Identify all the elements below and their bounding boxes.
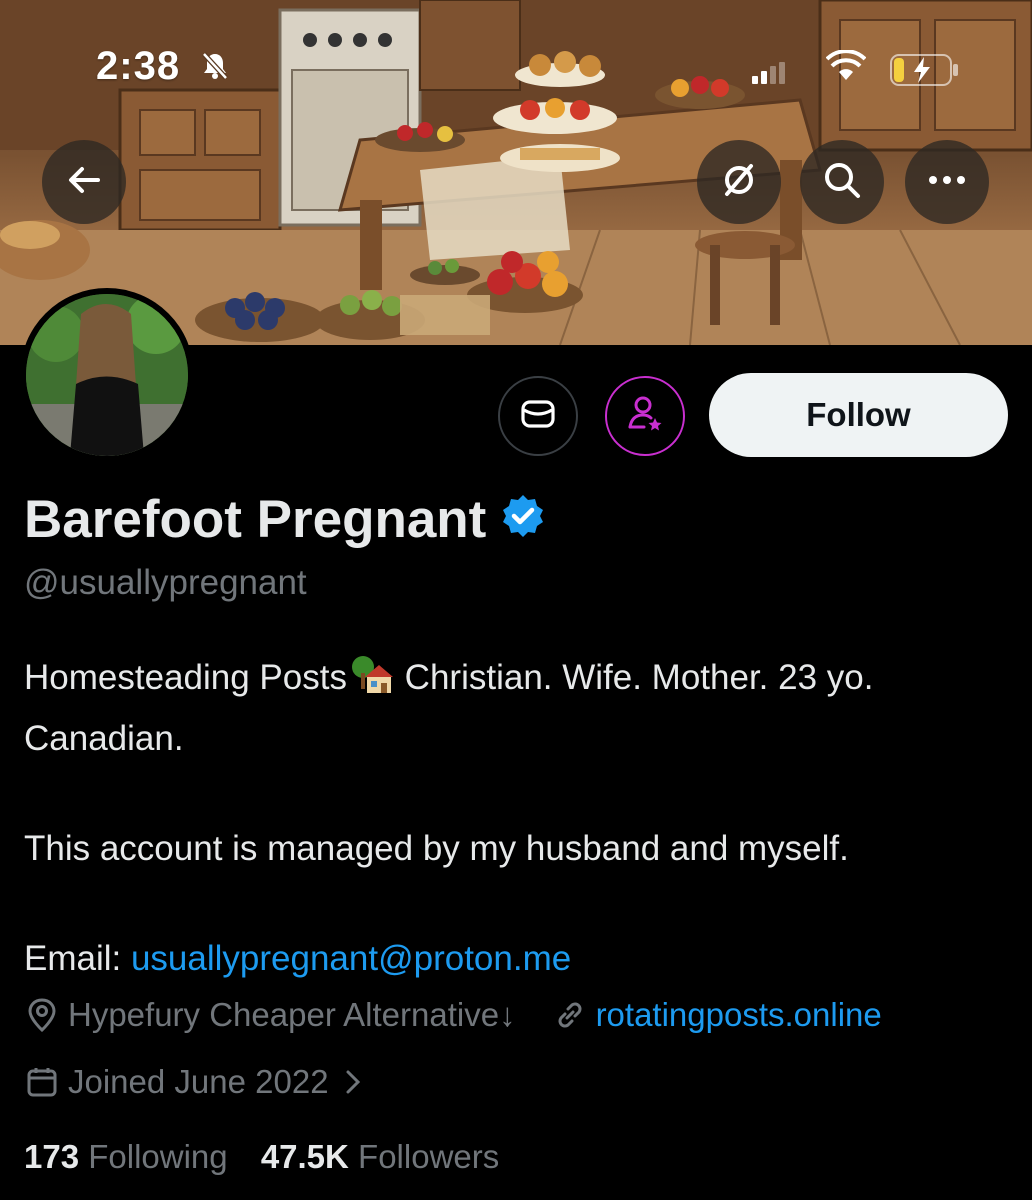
bio-text: Homesteading Posts xyxy=(24,658,347,697)
bio-text: Christian. Wife. Mother. 23 yo. xyxy=(394,658,874,697)
chevron-right-icon xyxy=(343,1068,363,1096)
follow-stats: 173 Following 47.5K Followers xyxy=(24,1138,499,1176)
bio: Homesteading Posts Christian. Wife. Moth… xyxy=(24,650,1014,986)
bio-line-2: Canadian. xyxy=(24,719,184,758)
more-dots-icon xyxy=(927,173,967,191)
joined-text: Joined June 2022 xyxy=(68,1063,329,1100)
arrow-left-icon xyxy=(64,160,104,205)
followers-label: Followers xyxy=(358,1138,500,1175)
message-button[interactable] xyxy=(498,376,578,456)
avatar-photo xyxy=(26,294,188,456)
more-button[interactable] xyxy=(905,140,989,224)
envelope-icon xyxy=(518,394,558,439)
profile-meta-row: Hypefury Cheaper Alternative↓ rotatingpo… xyxy=(24,996,882,1034)
followers-link[interactable]: 47.5K Followers xyxy=(261,1138,499,1175)
search-button[interactable] xyxy=(800,140,884,224)
avatar[interactable] xyxy=(20,288,194,462)
person-star-icon xyxy=(624,393,666,440)
calendar-icon xyxy=(24,1064,60,1100)
location-text: Hypefury Cheaper Alternative↓ xyxy=(68,996,516,1033)
house-tree-emoji-icon xyxy=(349,655,393,711)
location-pin-icon xyxy=(24,997,60,1033)
search-icon xyxy=(821,159,863,206)
email-link[interactable]: usuallypregnant@proton.me xyxy=(131,939,571,978)
bio-line-3: This account is managed by my husband an… xyxy=(24,829,849,868)
email-label: Email: xyxy=(24,939,131,978)
handle: @usuallypregnant xyxy=(24,563,307,602)
display-name-row: Barefoot Pregnant xyxy=(24,487,546,552)
following-label: Following xyxy=(88,1138,228,1175)
subscribe-button[interactable] xyxy=(605,376,685,456)
hide-button[interactable] xyxy=(697,140,781,224)
bio-email-line: Email: usuallypregnant@proton.me xyxy=(24,931,1014,986)
follow-button[interactable]: Follow xyxy=(709,373,1008,457)
display-name: Barefoot Pregnant xyxy=(24,490,487,549)
link-icon xyxy=(552,997,588,1033)
website-link[interactable]: rotatingposts.online xyxy=(596,996,882,1034)
verified-badge-icon[interactable] xyxy=(500,491,546,552)
following-link[interactable]: 173 Following xyxy=(24,1138,228,1175)
joined-row[interactable]: Joined June 2022 xyxy=(24,1063,371,1101)
eye-slash-icon xyxy=(718,159,760,206)
bio-line-1: Homesteading Posts Christian. Wife. Moth… xyxy=(24,650,1014,711)
following-count: 173 xyxy=(24,1138,80,1175)
status-time: 2:38 xyxy=(96,44,181,88)
back-button[interactable] xyxy=(42,140,126,224)
followers-count: 47.5K xyxy=(260,1138,349,1175)
